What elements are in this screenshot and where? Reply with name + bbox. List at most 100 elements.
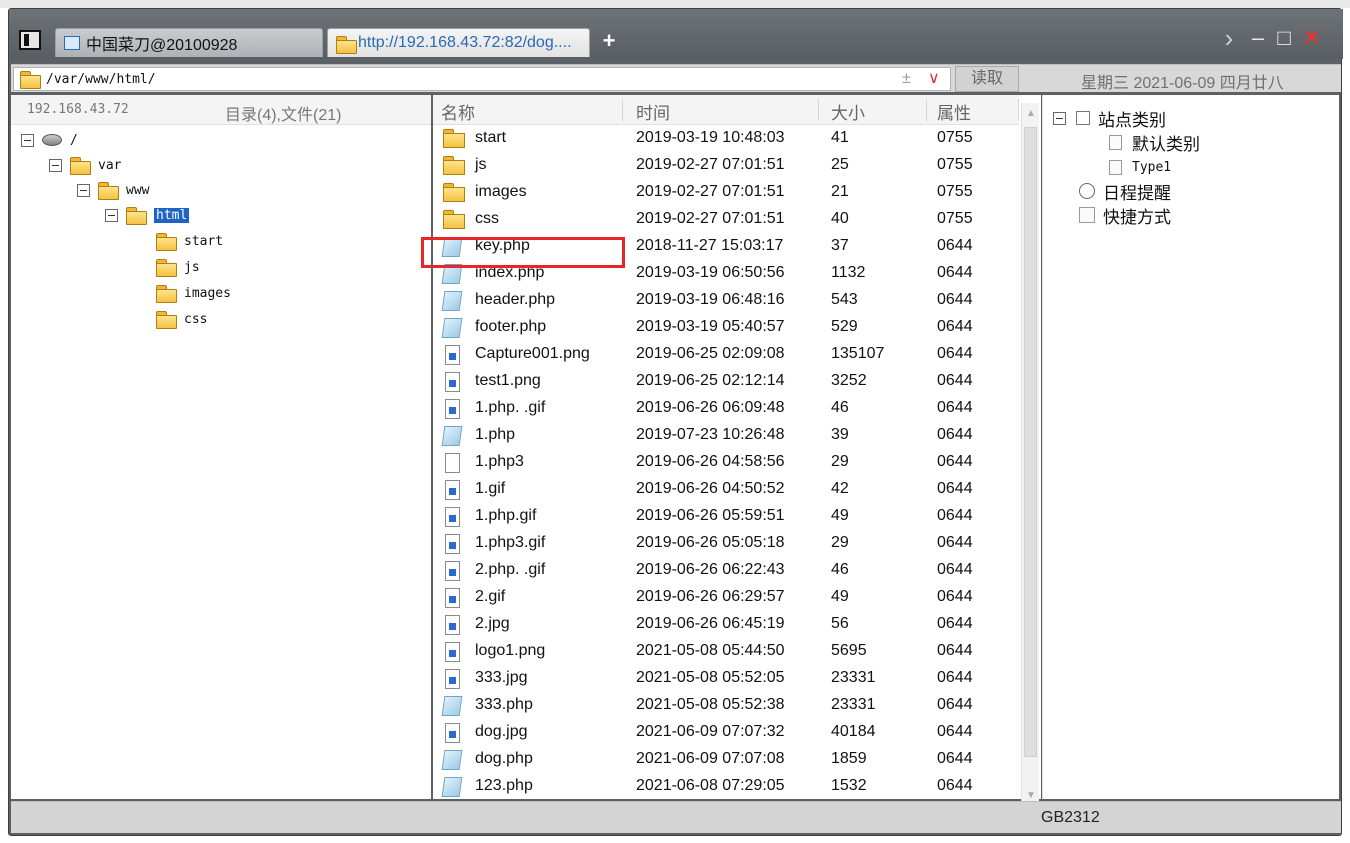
directory-tree-pane: 192.168.43.72 目录(4),文件(21) / var www htm… — [11, 95, 431, 799]
plus-minus-icon[interactable]: ± — [902, 70, 911, 88]
file-row[interactable]: logo1.png 2021-05-08 05:44:50 5695 0644 — [433, 638, 1019, 665]
file-size: 1132 — [831, 264, 866, 281]
tree-item-html[interactable]: html — [105, 204, 190, 226]
file-row[interactable]: 1.php3 2019-06-26 04:58:56 29 0644 — [433, 449, 1019, 476]
file-row[interactable]: 2.gif 2019-06-26 06:29:57 49 0644 — [433, 584, 1019, 611]
category-label: Type1 — [1132, 159, 1172, 175]
tree-item-js[interactable]: js — [156, 256, 200, 278]
file-name: 2.jpg — [475, 615, 510, 632]
path-input[interactable]: /var/www/html/ ± ∨ — [13, 67, 951, 91]
collapse-icon[interactable] — [1053, 111, 1066, 125]
php-file-icon — [441, 777, 463, 797]
encoding-indicator[interactable]: GB2312 — [1041, 809, 1100, 827]
file-row[interactable]: footer.php 2019-03-19 05:40:57 529 0644 — [433, 314, 1019, 341]
file-row[interactable]: css 2019-02-27 07:01:51 40 0755 — [433, 206, 1019, 233]
file-row[interactable]: 1.gif 2019-06-26 04:50:52 42 0644 — [433, 476, 1019, 503]
file-row[interactable]: 1.php.gif 2019-06-26 05:59:51 49 0644 — [433, 503, 1019, 530]
category-root[interactable]: 站点类别 — [1053, 107, 1166, 130]
app-menu-icon[interactable] — [19, 30, 41, 50]
schedule-reminder[interactable]: 日程提醒 — [1079, 180, 1171, 203]
path-value: /var/www/html/ — [46, 71, 156, 87]
tab-label: 中国菜刀@20100928 — [86, 37, 238, 54]
file-row[interactable]: 1.php3.gif 2019-06-26 05:05:18 29 0644 — [433, 530, 1019, 557]
collapse-icon[interactable] — [77, 183, 90, 197]
scroll-thumb[interactable] — [1024, 127, 1037, 757]
file-row[interactable]: 1.php. .gif 2019-06-26 06:09:48 46 0644 — [433, 395, 1019, 422]
category-default[interactable]: 默认类别 — [1109, 131, 1200, 154]
tab-label: http://192.168.43.72:82/dog.... — [358, 34, 572, 51]
status-bar: GB2312 — [11, 801, 1341, 833]
file-size: 40 — [831, 210, 849, 227]
file-row[interactable]: Capture001.png 2019-06-25 02:09:08 135107 0… — [433, 341, 1019, 368]
category-type1[interactable]: Type1 — [1109, 156, 1171, 178]
file-attr: 0755 — [937, 183, 973, 200]
column-divider[interactable] — [433, 99, 623, 121]
tree-item-root[interactable]: / — [21, 129, 78, 151]
file-list-header: 名称 时间 大小 属性 — [433, 95, 1019, 125]
tree-item-var[interactable]: var — [49, 154, 121, 176]
file-row[interactable]: 123.php 2021-06-08 07:29:05 1532 0644 — [433, 773, 1019, 799]
file-name: Capture001.png — [475, 345, 590, 362]
file-attr: 0755 — [937, 210, 973, 227]
file-list-scrollbar[interactable]: ▲ ▼ — [1021, 103, 1039, 807]
tab-shell-url[interactable]: http://192.168.43.72:82/dog.... — [327, 28, 590, 57]
collapse-icon[interactable] — [21, 133, 34, 147]
file-row[interactable]: 2.jpg 2019-06-26 06:45:19 56 0644 — [433, 611, 1019, 638]
file-time: 2019-02-27 07:01:51 — [636, 210, 785, 227]
file-row[interactable]: start 2019-03-19 10:48:03 41 0755 — [433, 125, 1019, 152]
tree-item-www[interactable]: www — [77, 179, 149, 201]
shortcuts[interactable]: 快捷方式 — [1079, 204, 1171, 227]
file-time: 2019-06-26 04:58:56 — [636, 453, 785, 470]
date-display: 星期三 2021-06-09 四月廿八 — [1081, 75, 1284, 92]
collapse-icon[interactable] — [49, 158, 62, 172]
file-row[interactable]: 1.php 2019-07-23 10:26:48 39 0644 — [433, 422, 1019, 449]
file-time: 2019-06-25 02:12:14 — [636, 372, 785, 389]
file-row[interactable]: header.php 2019-03-19 06:48:16 543 0644 — [433, 287, 1019, 314]
file-attr: 0644 — [937, 750, 973, 767]
file-time: 2021-06-09 07:07:32 — [636, 723, 785, 740]
file-row[interactable]: 333.php 2021-05-08 05:52:38 23331 0644 — [433, 692, 1019, 719]
file-row[interactable]: 2.php. .gif 2019-06-26 06:22:43 46 0644 — [433, 557, 1019, 584]
file-name: start — [475, 129, 507, 146]
file-row[interactable]: 333.jpg 2021-05-08 05:52:05 23331 0644 — [433, 665, 1019, 692]
folder-icon — [336, 36, 357, 54]
image-file-icon — [445, 561, 460, 581]
file-row[interactable]: dog.jpg 2021-06-09 07:07:32 40184 0644 — [433, 719, 1019, 746]
column-divider[interactable] — [623, 99, 819, 121]
read-button[interactable]: 读取 — [955, 66, 1019, 92]
tree-item-label: js — [184, 259, 200, 275]
file-name: 1.php.gif — [475, 507, 537, 524]
scroll-up-icon[interactable]: ▲ — [1024, 107, 1038, 121]
column-divider[interactable] — [927, 99, 1019, 121]
tree-item-start[interactable]: start — [156, 230, 223, 252]
new-tab-button[interactable]: + — [599, 29, 619, 53]
file-time: 2019-03-19 06:50:56 — [636, 264, 785, 281]
file-time: 2019-02-27 07:01:51 — [636, 183, 785, 200]
tab-scroll-right-icon[interactable]: › — [1216, 25, 1242, 51]
file-time: 2018-11-27 15:03:17 — [636, 237, 784, 254]
image-file-icon — [445, 372, 460, 392]
maximize-button[interactable]: □ — [1271, 25, 1297, 51]
file-attr: 0644 — [937, 696, 973, 713]
chevron-down-icon[interactable]: ∨ — [928, 68, 940, 88]
collapse-icon[interactable] — [105, 208, 118, 222]
php-file-icon — [441, 318, 463, 338]
tree-item-label: / — [70, 132, 78, 148]
minimize-button[interactable]: – — [1245, 25, 1271, 51]
tab-bar: 中国菜刀@20100928 http://192.168.43.72:82/do… — [9, 9, 1343, 59]
tree-item-label: var — [98, 157, 122, 173]
file-row[interactable]: images 2019-02-27 07:01:51 21 0755 — [433, 179, 1019, 206]
file-size: 56 — [831, 615, 849, 632]
file-row[interactable]: test1.png 2019-06-25 02:12:14 3252 0644 — [433, 368, 1019, 395]
close-button[interactable]: ✕ — [1299, 25, 1325, 51]
tree-item-label: images — [184, 285, 231, 301]
column-divider[interactable] — [819, 99, 927, 121]
tree-item-images[interactable]: images — [156, 282, 231, 304]
tree-item-css[interactable]: css — [156, 308, 207, 330]
file-name: 333.php — [475, 696, 533, 713]
file-time: 2021-05-08 05:52:38 — [636, 696, 785, 713]
file-size: 5695 — [831, 642, 867, 659]
file-row[interactable]: js 2019-02-27 07:01:51 25 0755 — [433, 152, 1019, 179]
file-row[interactable]: dog.php 2021-06-09 07:07:08 1859 0644 — [433, 746, 1019, 773]
tab-caidao-home[interactable]: 中国菜刀@20100928 — [55, 28, 323, 57]
